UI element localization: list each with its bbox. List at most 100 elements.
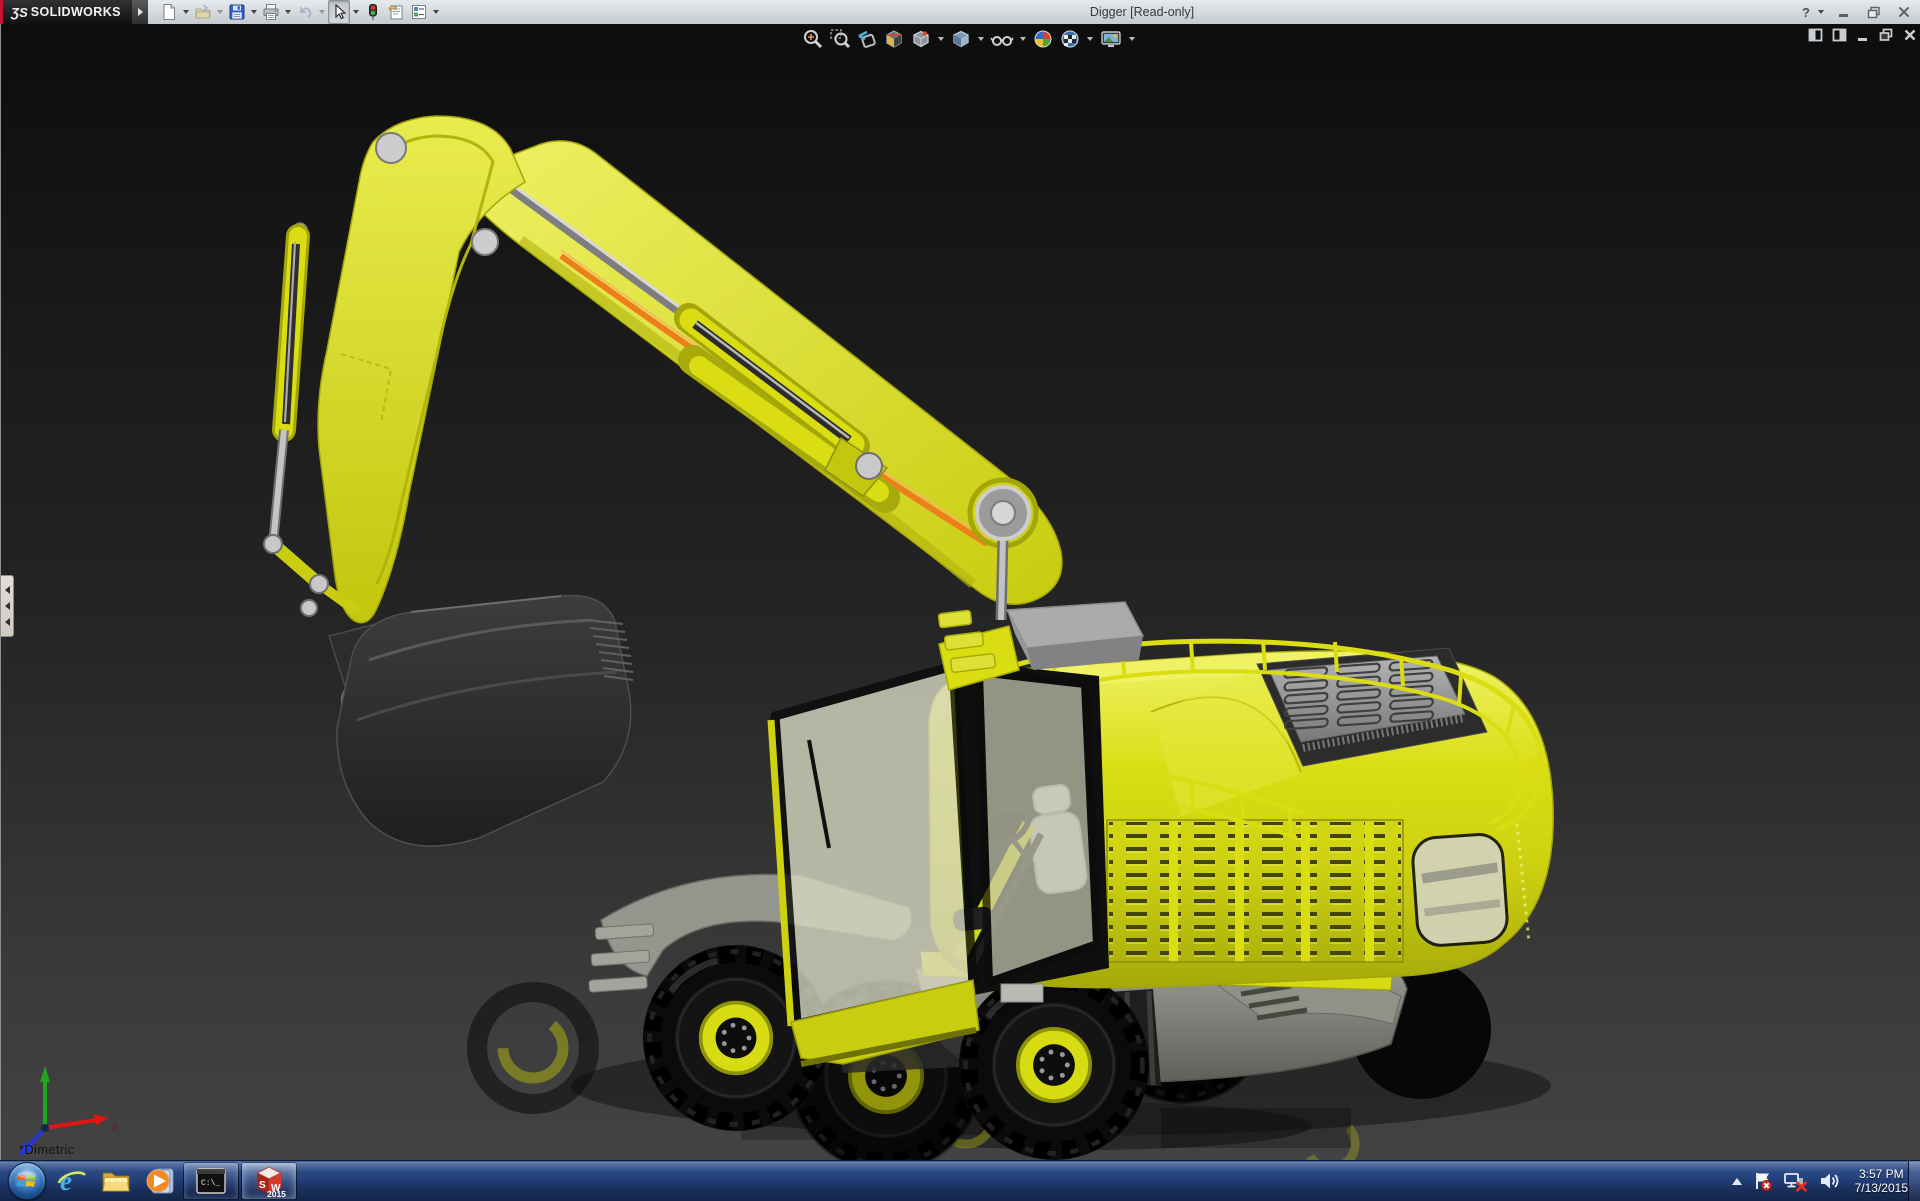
zoom-to-area-icon (830, 29, 851, 49)
hide-show-items-button[interactable] (989, 26, 1015, 52)
zoom-to-fit-icon (804, 30, 823, 49)
zoom-to-area-button[interactable] (828, 26, 852, 52)
network-status-icon[interactable] (1783, 1170, 1809, 1192)
graphics-viewport[interactable]: x *Dimetric (0, 24, 1920, 1160)
app-minimize-button[interactable] (1832, 3, 1856, 21)
display-style-button[interactable] (949, 26, 973, 52)
save-button[interactable] (226, 0, 248, 24)
view-settings-icon (1101, 31, 1121, 47)
window-title: Digger [Read-only] (1089, 5, 1195, 19)
featuremanager-collapsed-tab[interactable] (1, 575, 14, 637)
taskbar-command-prompt[interactable]: C:\_ (183, 1162, 239, 1200)
taskbar-windows-explorer[interactable] (94, 1161, 138, 1201)
doc-close-icon (1904, 29, 1916, 41)
options-dropdown[interactable] (433, 10, 439, 14)
edit-appearance-icon (1034, 30, 1052, 48)
display-style-icon (953, 30, 969, 48)
file-properties-button[interactable] (385, 0, 407, 24)
select-dropdown[interactable] (353, 10, 359, 14)
apply-scene-dropdown[interactable] (1087, 37, 1093, 41)
doc-restore-button[interactable] (1879, 28, 1894, 42)
windows-flag-icon (16, 1171, 36, 1187)
boom-pin-top (375, 132, 407, 164)
app-restore-button[interactable] (1862, 3, 1886, 21)
pane-left-toggle[interactable] (1808, 28, 1823, 42)
view-orientation-label: *Dimetric (19, 1142, 75, 1157)
cmd-prompt-text: C:\_ (201, 1179, 220, 1188)
previous-view-button[interactable] (855, 26, 879, 52)
restore-icon (1867, 6, 1880, 18)
print-icon (263, 4, 279, 20)
cab-side-window (975, 668, 1101, 986)
rebuild-button[interactable] (362, 0, 384, 24)
pane-right-toggle[interactable] (1832, 28, 1847, 42)
view-orientation-dropdown[interactable] (938, 37, 944, 41)
taskbar-internet-explorer[interactable]: e (50, 1161, 94, 1201)
save-dropdown[interactable] (251, 10, 257, 14)
solidworks-year-badge: 2015 (267, 1189, 286, 1198)
help-button[interactable]: ? (1802, 5, 1810, 20)
taskbar-media-player[interactable] (138, 1161, 182, 1201)
edit-appearance-button[interactable] (1031, 26, 1055, 52)
save-floppy-icon (229, 4, 245, 20)
view-settings-button[interactable] (1098, 26, 1124, 52)
folder-icon (102, 1172, 130, 1192)
doc-minimize-icon (1858, 38, 1867, 41)
doc-minimize-button[interactable] (1856, 28, 1870, 42)
hidden-icons-chevron[interactable] (1731, 1177, 1743, 1186)
print-dropdown[interactable] (285, 10, 291, 14)
svg-text:S: S (259, 1180, 266, 1191)
apply-scene-icon (1061, 30, 1079, 48)
volume-icon[interactable] (1818, 1170, 1842, 1192)
command-prompt-icon: C:\_ (196, 1168, 226, 1194)
boom-arm (317, 115, 526, 624)
menu-expand-button[interactable] (132, 0, 148, 24)
document-window-controls (1808, 28, 1917, 42)
show-desktop-button[interactable] (1908, 1161, 1920, 1201)
file-properties-icon (388, 5, 403, 20)
select-button[interactable] (328, 0, 350, 24)
wheel-rear-left[interactable] (959, 970, 1149, 1160)
excavator-model[interactable] (1, 24, 1920, 1160)
boom-cylinder-lower (268, 222, 310, 545)
solidworks-logo-icon: ƷS (11, 4, 28, 20)
options-button[interactable] (408, 0, 430, 24)
cab-windshield (770, 661, 978, 1029)
clock[interactable]: 3:57 PM 7/13/2015 (1855, 1167, 1908, 1195)
svg-text:e: e (60, 1166, 72, 1196)
section-view-button[interactable] (882, 26, 906, 52)
view-orientation-icon (913, 30, 929, 48)
doc-restore-icon (1879, 28, 1893, 41)
zoom-to-fit-button[interactable] (801, 26, 825, 52)
display-style-dropdown[interactable] (978, 37, 984, 41)
hide-show-items-icon (990, 36, 1014, 46)
undo-button[interactable] (294, 0, 316, 24)
undo-dropdown[interactable] (319, 10, 325, 14)
triad-x-label: x (111, 1119, 118, 1133)
media-player-icon (146, 1168, 174, 1194)
open-button[interactable] (192, 0, 214, 24)
rear-window (1411, 833, 1509, 947)
titlebar: ƷS SOLIDWORKS Digger [Read-only] ? (0, 0, 1920, 25)
view-settings-dropdown[interactable] (1129, 37, 1135, 41)
new-button[interactable] (158, 0, 180, 24)
app-close-button[interactable] (1892, 3, 1916, 21)
new-dropdown[interactable] (183, 10, 189, 14)
taskbar-solidworks-2015[interactable]: S W 2015 (241, 1162, 297, 1200)
bucket[interactable] (336, 594, 634, 847)
print-button[interactable] (260, 0, 282, 24)
main-toolbar (158, 0, 441, 24)
pane-right-icon (1832, 28, 1847, 42)
apply-scene-button[interactable] (1058, 26, 1082, 52)
view-orientation-button[interactable] (909, 26, 933, 52)
help-dropdown[interactable] (1818, 10, 1824, 14)
left-arrow-icon (4, 618, 10, 626)
open-dropdown[interactable] (217, 10, 223, 14)
doc-close-button[interactable] (1903, 28, 1917, 42)
start-button[interactable] (8, 1162, 46, 1200)
options-checklist-icon (412, 5, 426, 19)
hide-show-items-dropdown[interactable] (1020, 37, 1026, 41)
action-center-flag-icon[interactable] (1752, 1170, 1774, 1192)
left-arrow-icon (4, 586, 10, 594)
close-icon (1898, 6, 1910, 18)
